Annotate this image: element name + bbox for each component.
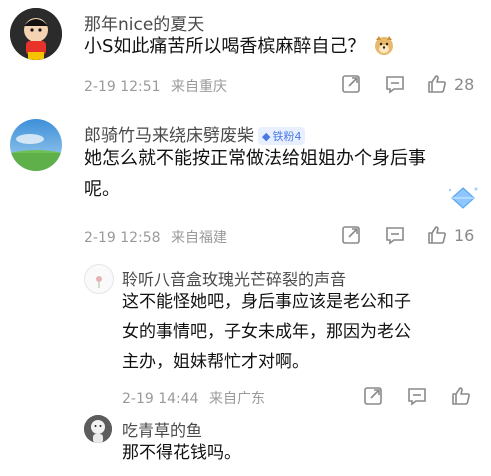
doge-emoji-icon xyxy=(373,34,395,66)
comment-text: 她怎么就不能按正常做法给姐姐办个身后事 呢。 xyxy=(84,143,464,205)
comment-time: 2-19 12:58 xyxy=(84,230,161,246)
like-icon[interactable] xyxy=(450,385,472,407)
comment-time: 2-19 12:51 xyxy=(84,79,161,95)
avatar[interactable] xyxy=(84,415,112,443)
reply-time: 2-19 14:44 xyxy=(122,391,199,407)
like-icon[interactable] xyxy=(426,73,448,95)
share-icon[interactable] xyxy=(362,385,384,407)
comment-icon[interactable] xyxy=(384,73,406,95)
like-count: 28 xyxy=(454,75,475,94)
like-icon[interactable] xyxy=(426,224,448,246)
comment-text: 小S如此痛苦所以喝香槟麻醉自己？ xyxy=(84,31,395,66)
avatar[interactable] xyxy=(10,8,62,60)
landscape-avatar-icon xyxy=(10,119,62,171)
fan-badge-label: 铁粉4 xyxy=(272,130,302,143)
share-icon[interactable] xyxy=(340,224,362,246)
reply-text-line: 女的事情吧，子女未成年，那因为老公 xyxy=(122,322,411,342)
share-icon[interactable] xyxy=(340,73,362,95)
diamond-icon: ◆ xyxy=(262,129,271,143)
comment-text-line: 呢。 xyxy=(84,179,120,200)
avatar[interactable] xyxy=(10,119,62,171)
like-count: 16 xyxy=(454,226,475,245)
cartoon-avatar-icon xyxy=(10,8,62,60)
comment-meta: 2-19 12:58 来自福建 xyxy=(84,227,227,247)
reply-meta: 2-19 14:44 来自广东 xyxy=(122,388,265,408)
reply-text: 那不得花钱吗。 xyxy=(122,443,241,463)
comment-meta: 2-19 12:51 来自重庆 xyxy=(84,76,227,96)
reply-text: 这不能怪她吧，身后事应该是老公和子 女的事情吧，子女未成年，那因为老公 主办，姐… xyxy=(122,287,411,377)
reply-text-line: 主办，姐妹帮忙才对啊。 xyxy=(122,352,309,372)
comment-text-line: 她怎么就不能按正常做法给姐姐办个身后事 xyxy=(84,148,426,169)
avatar[interactable] xyxy=(84,264,114,294)
comment-icon[interactable] xyxy=(384,224,406,246)
diamond-sparkle-icon xyxy=(446,184,480,216)
comment-icon[interactable] xyxy=(406,385,428,407)
comment-location: 来自重庆 xyxy=(171,79,228,95)
rose-avatar-icon xyxy=(96,276,102,288)
figurine-avatar-icon xyxy=(84,415,112,443)
reply-text-line: 这不能怪她吧，身后事应该是老公和子 xyxy=(122,292,411,312)
comment-location: 来自福建 xyxy=(171,230,228,246)
comment-text-content: 小S如此痛苦所以喝香槟麻醉自己？ xyxy=(84,36,366,57)
reply-location: 来自广东 xyxy=(209,391,266,407)
